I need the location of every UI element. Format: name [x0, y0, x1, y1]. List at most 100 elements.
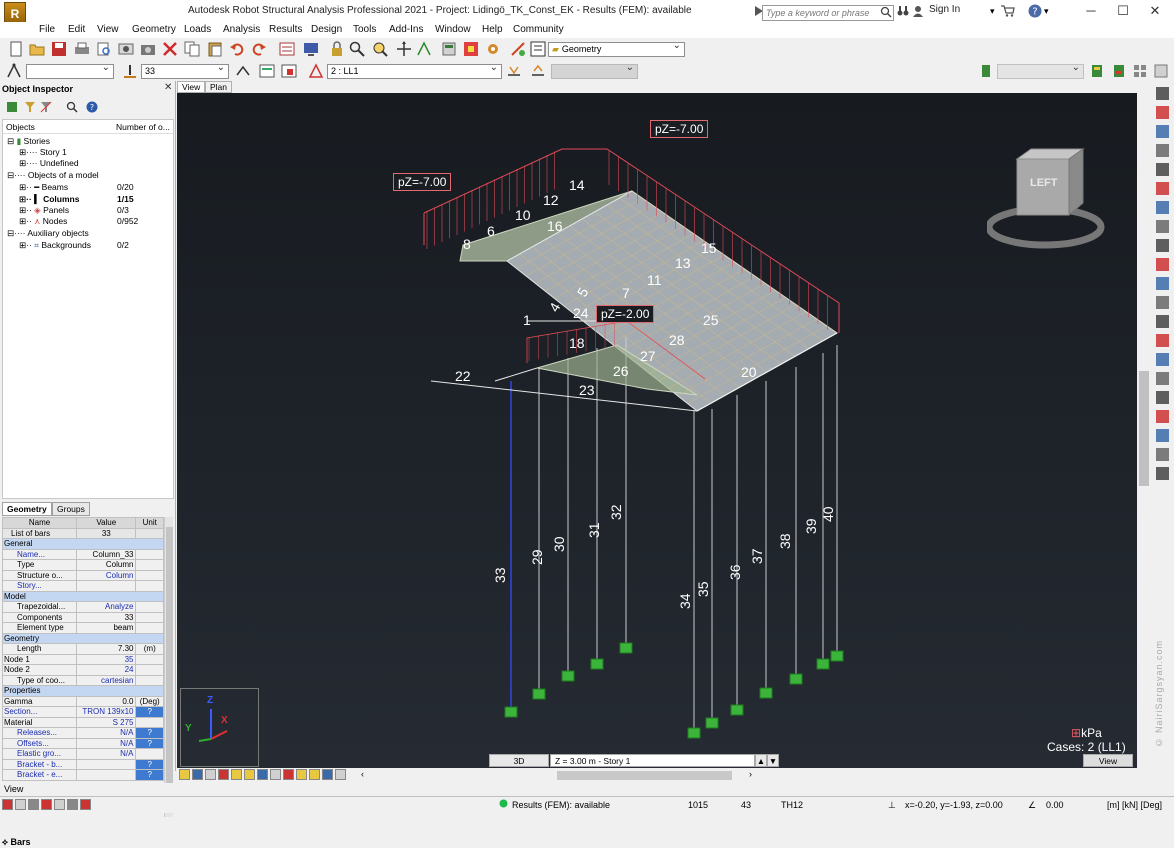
property-row[interactable]: Components 33 — [1, 611, 164, 623]
scroll-right-arrow[interactable]: › — [749, 769, 752, 779]
new-file-icon[interactable] — [8, 41, 24, 57]
3d-viewport[interactable]: 1 4 5 6 7 8 10 11 12 13 14 15 16 18 20 22 23 24 25 26 27 28 29… — [177, 93, 1137, 768]
property-row[interactable]: Material S 275 — [1, 716, 164, 728]
toolbar-tool-icon[interactable] — [283, 769, 294, 780]
property-row[interactable]: Releases... N/A? — [1, 727, 164, 739]
close-icon[interactable]: ✕ — [164, 82, 172, 93]
property-value[interactable]: 7.30 — [76, 643, 137, 655]
calculations-icon[interactable] — [441, 41, 457, 57]
toolbar-tool-icon[interactable] — [192, 769, 203, 780]
property-row[interactable]: Length 7.30 (m) — [1, 643, 164, 655]
undo-icon[interactable] — [229, 41, 245, 57]
toolbar-tool-icon[interactable] — [296, 769, 307, 780]
menu-analysis[interactable]: Analysis — [223, 24, 260, 35]
minimize-button[interactable]: ─ — [1076, 2, 1106, 20]
side-tool-icon[interactable] — [1156, 277, 1169, 290]
display-icon[interactable] — [303, 41, 319, 57]
toolbar-tool-icon[interactable] — [218, 769, 229, 780]
property-row[interactable]: Bracket - e...? — [1, 769, 164, 781]
tab-geometry[interactable]: Geometry — [2, 502, 52, 516]
layout-icon[interactable] — [530, 41, 546, 57]
property-value[interactable] — [76, 758, 137, 770]
menu-design[interactable]: Design — [311, 24, 342, 35]
view-cube[interactable]: LEFT — [985, 147, 1107, 257]
property-row[interactable]: Name... Column_33 — [1, 548, 164, 560]
lock-icon[interactable] — [329, 41, 345, 57]
mode-icon[interactable] — [978, 63, 994, 79]
property-row[interactable]: List of bars 33 — [1, 527, 164, 539]
property-value[interactable]: TRON 139x10 — [76, 706, 137, 718]
property-value[interactable]: Column — [76, 559, 137, 571]
save-icon[interactable] — [51, 41, 67, 57]
binoculars-icon[interactable] — [897, 5, 909, 19]
previous-case-icon[interactable] — [506, 63, 522, 79]
property-value[interactable]: 33 — [76, 611, 137, 623]
side-tool-icon[interactable] — [1156, 315, 1169, 328]
pan-icon[interactable] — [396, 41, 412, 57]
case-definition-icon[interactable] — [281, 63, 297, 79]
chevron-down-icon[interactable]: ▾ — [990, 6, 995, 17]
property-value[interactable]: beam — [76, 622, 137, 634]
filter-icon[interactable] — [24, 101, 36, 113]
side-tool-icon[interactable] — [1156, 220, 1169, 233]
property-row[interactable]: Type of coo... cartesian — [1, 674, 164, 686]
menu-edit[interactable]: Edit — [68, 24, 85, 35]
node-selection-combo[interactable] — [26, 62, 114, 79]
mode-combo[interactable] — [997, 62, 1084, 79]
redo-icon[interactable] — [251, 41, 267, 57]
property-section[interactable]: General — [2, 538, 164, 550]
property-unit[interactable]: ? — [135, 706, 164, 718]
load-case-icon[interactable] — [308, 63, 324, 79]
open-folder-icon[interactable] — [29, 41, 45, 57]
bar-select-icon[interactable] — [122, 63, 138, 79]
properties-icon[interactable] — [279, 41, 295, 57]
side-tool-icon[interactable] — [1156, 410, 1169, 423]
next-case-icon[interactable] — [530, 63, 546, 79]
property-value[interactable]: Column — [76, 569, 137, 581]
copy-icon[interactable] — [184, 41, 200, 57]
load-label-left[interactable]: pZ=-7.00 — [393, 173, 452, 191]
side-tool-icon[interactable] — [1156, 239, 1169, 252]
toolbar-tool-icon[interactable] — [28, 799, 39, 810]
toolbar-tool-icon[interactable] — [41, 799, 52, 810]
property-unit[interactable]: ? — [135, 769, 164, 781]
maximize-button[interactable]: ☐ — [1108, 2, 1138, 20]
tree-item-backgrounds[interactable]: ⊞·· ⌗ Backgrounds — [19, 240, 91, 251]
clear-filter-icon[interactable] — [40, 101, 52, 113]
scroll-left-arrow[interactable]: ‹ — [361, 769, 364, 779]
tree-item-beams[interactable]: ⊞·· ━ Beams — [19, 182, 68, 193]
side-tool-icon[interactable] — [1156, 144, 1169, 157]
toolbar-tool-icon[interactable] — [54, 799, 65, 810]
tree-header-number[interactable]: Number of o... — [116, 122, 170, 132]
toolbar-tool-icon[interactable] — [244, 769, 255, 780]
toolbar-tool-icon[interactable] — [309, 769, 320, 780]
side-tool-icon[interactable] — [1156, 334, 1169, 347]
zoom-window-icon[interactable] — [372, 41, 388, 57]
property-row[interactable]: Structure o... Column — [1, 569, 164, 581]
menu-add-ins[interactable]: Add-Ins — [389, 24, 423, 35]
horizontal-scrollbar-thumb[interactable] — [557, 771, 732, 780]
level-up-button[interactable]: ▲ — [755, 754, 767, 767]
scrollbar-thumb[interactable] — [1139, 371, 1149, 486]
close-button[interactable]: ✕ — [1140, 2, 1170, 20]
side-tool-icon[interactable] — [1156, 106, 1169, 119]
property-value[interactable]: Column_33 — [76, 548, 137, 560]
property-row[interactable]: Element type beam — [1, 622, 164, 634]
side-tool-icon[interactable] — [1156, 296, 1169, 309]
menu-loads[interactable]: Loads — [184, 24, 211, 35]
tree-item-stories[interactable]: ⊟ ▮ Stories — [7, 136, 50, 147]
zoom-icon[interactable] — [349, 41, 365, 57]
menu-community[interactable]: Community — [513, 24, 564, 35]
viewport-vertical-scrollbar[interactable] — [1138, 93, 1150, 768]
toolbar-tool-icon[interactable] — [231, 769, 242, 780]
toolbar-tool-icon[interactable] — [270, 769, 281, 780]
property-unit[interactable]: ? — [135, 758, 164, 770]
property-row[interactable]: Node 2 24 — [1, 664, 164, 676]
load-label-mid[interactable]: pZ=-2.00 — [596, 305, 655, 323]
toolbar-tool-icon[interactable] — [179, 769, 190, 780]
side-tool-icon[interactable] — [1156, 201, 1169, 214]
property-value[interactable]: S 275 — [76, 716, 137, 728]
property-unit[interactable]: ? — [135, 727, 164, 739]
menu-results[interactable]: Results — [269, 24, 302, 35]
property-value[interactable]: N/A — [76, 748, 137, 760]
